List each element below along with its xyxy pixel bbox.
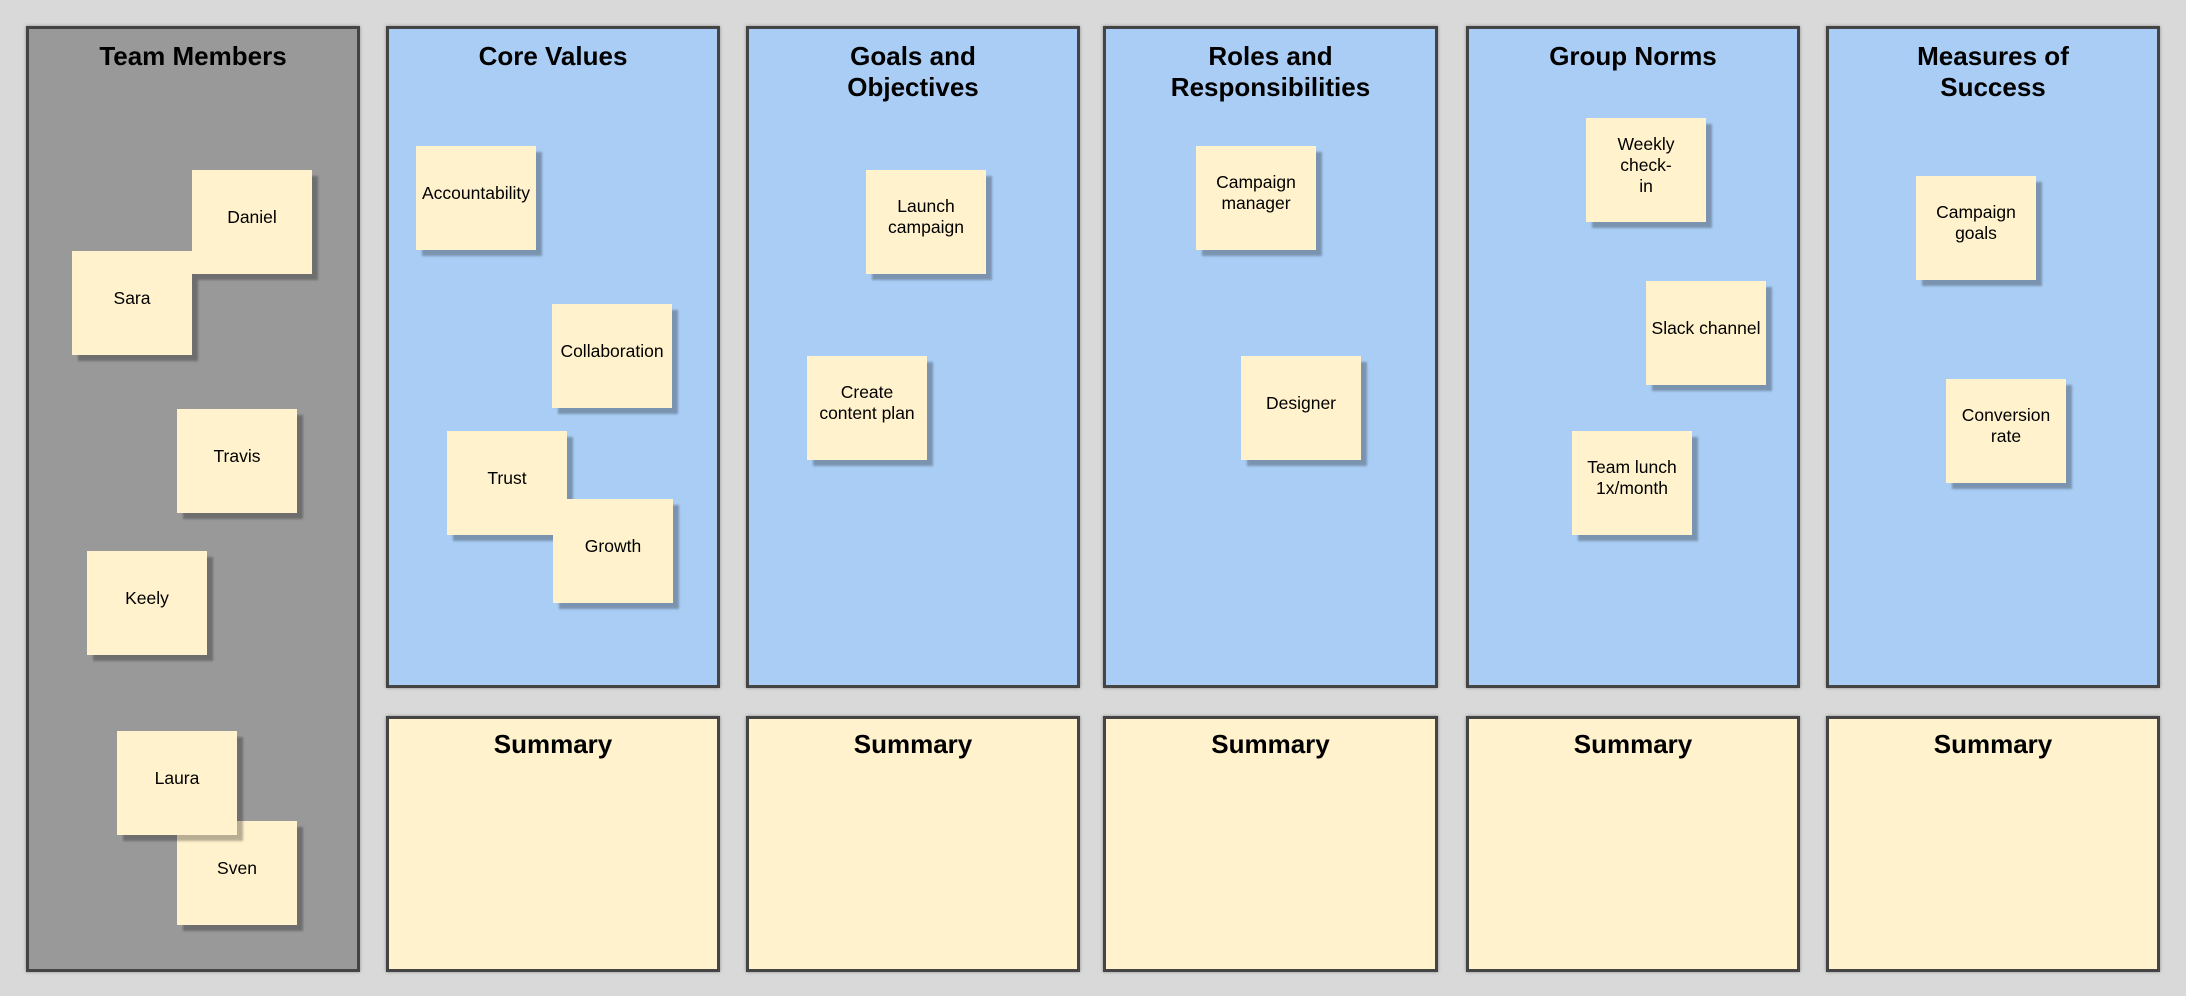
core-values-title: Core Values <box>478 41 628 71</box>
sticky-note-sven[interactable]: Sven <box>177 821 297 925</box>
roles-responsibilities-summary-panel[interactable]: Summary <box>1103 716 1438 972</box>
group-norms-title: Group Norms <box>1549 41 1717 71</box>
group-norms-summary-title: Summary <box>1573 729 1693 759</box>
sticky-note-travis[interactable]: Travis <box>177 409 297 513</box>
measures-success-summary-title: Summary <box>1933 729 2053 759</box>
sticky-note-launch-campaign[interactable]: Launch campaign <box>866 170 986 274</box>
goals-objectives-title: Goals and Objectives <box>847 41 979 102</box>
sticky-note-trust[interactable]: Trust <box>447 431 567 535</box>
sticky-note-designer[interactable]: Designer <box>1241 356 1361 460</box>
sticky-note-weekly-check-in[interactable]: Weekly check-in <box>1586 118 1706 222</box>
measures-success-panel: Measures of Success <box>1826 26 2160 688</box>
sticky-note-team-lunch[interactable]: Team lunch 1x/month <box>1572 431 1692 535</box>
sticky-note-collaboration[interactable]: Collaboration <box>552 304 672 408</box>
sticky-note-keely[interactable]: Keely <box>87 551 207 655</box>
measures-success-title: Measures of Success <box>1917 41 2069 102</box>
core-values-summary-panel[interactable]: Summary <box>386 716 720 972</box>
sticky-note-laura[interactable]: Laura <box>117 731 237 835</box>
sticky-note-campaign-goals[interactable]: Campaign goals <box>1916 176 2036 280</box>
group-norms-summary-panel[interactable]: Summary <box>1466 716 1800 972</box>
goals-objectives-summary-title: Summary <box>853 729 973 759</box>
sticky-note-slack-channel[interactable]: Slack channel <box>1646 281 1766 385</box>
core-values-summary-title: Summary <box>493 729 613 759</box>
sticky-note-daniel[interactable]: Daniel <box>192 170 312 274</box>
sticky-note-create-content-plan[interactable]: Create content plan <box>807 356 927 460</box>
sticky-note-campaign-manager[interactable]: Campaign manager <box>1196 146 1316 250</box>
measures-success-summary-panel[interactable]: Summary <box>1826 716 2160 972</box>
goals-objectives-summary-panel[interactable]: Summary <box>746 716 1080 972</box>
sticky-note-sara[interactable]: Sara <box>72 251 192 355</box>
sticky-note-conversion-rate[interactable]: Conversion rate <box>1946 379 2066 483</box>
roles-responsibilities-title: Roles and Responsibilities <box>1170 41 1371 102</box>
sticky-note-growth[interactable]: Growth <box>553 499 673 603</box>
team-members-title: Team Members <box>99 41 287 71</box>
sticky-note-accountability[interactable]: Accountability <box>416 146 536 250</box>
roles-responsibilities-summary-title: Summary <box>1211 729 1330 759</box>
